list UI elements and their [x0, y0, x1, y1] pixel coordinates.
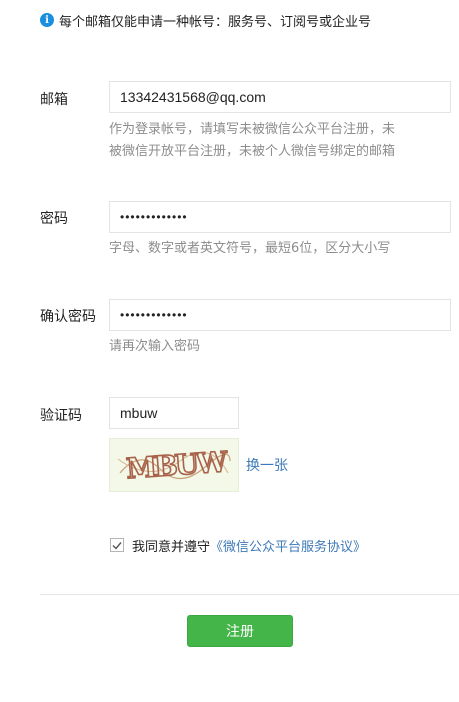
- confirm-password-hint: 请再次输入密码: [109, 339, 201, 354]
- register-button[interactable]: 注册: [187, 615, 293, 647]
- password-hint: 字母、数字或者英文符号，最短6位，区分大小写: [109, 241, 391, 256]
- notice-banner: i 每个邮箱仅能申请一种帐号：服务号、订阅号或企业号: [40, 10, 371, 30]
- captcha-value: mbuw: [120, 405, 158, 421]
- password-label: 密码: [40, 211, 68, 227]
- confirm-password-field[interactable]: •••••••••••••: [109, 299, 451, 331]
- email-hint-line1: 作为登录帐号，请填写未被微信公众平台注册，未: [109, 122, 396, 137]
- password-value: •••••••••••••: [120, 210, 188, 224]
- password-field[interactable]: •••••••••••••: [109, 201, 451, 233]
- email-label: 邮箱: [40, 92, 68, 108]
- agreement-row: 我同意并遵守 《微信公众平台服务协议》: [110, 535, 366, 555]
- info-icon: i: [40, 13, 54, 27]
- email-value: 13342431568@qq.com: [120, 89, 266, 105]
- captcha-image[interactable]: MBUW: [109, 438, 239, 492]
- email-hint-line2: 被微信开放平台注册，未被个人微信号绑定的邮箱: [109, 144, 396, 159]
- captcha-refresh-link[interactable]: 换一张: [246, 455, 288, 475]
- captcha-label: 验证码: [40, 408, 82, 424]
- agreement-link[interactable]: 《微信公众平台服务协议》: [210, 536, 366, 555]
- agreement-text: 我同意并遵守: [132, 539, 211, 555]
- email-field[interactable]: 13342431568@qq.com: [109, 81, 451, 113]
- check-icon: [112, 541, 122, 550]
- agreement-checkbox[interactable]: [110, 538, 124, 552]
- confirm-password-label: 确认密码: [40, 309, 96, 325]
- divider: [40, 594, 459, 595]
- confirm-password-value: •••••••••••••: [120, 308, 188, 322]
- notice-text: 每个邮箱仅能申请一种帐号：服务号、订阅号或企业号: [59, 14, 372, 30]
- captcha-image-text: MBUW: [125, 445, 229, 485]
- captcha-input[interactable]: mbuw: [109, 397, 239, 429]
